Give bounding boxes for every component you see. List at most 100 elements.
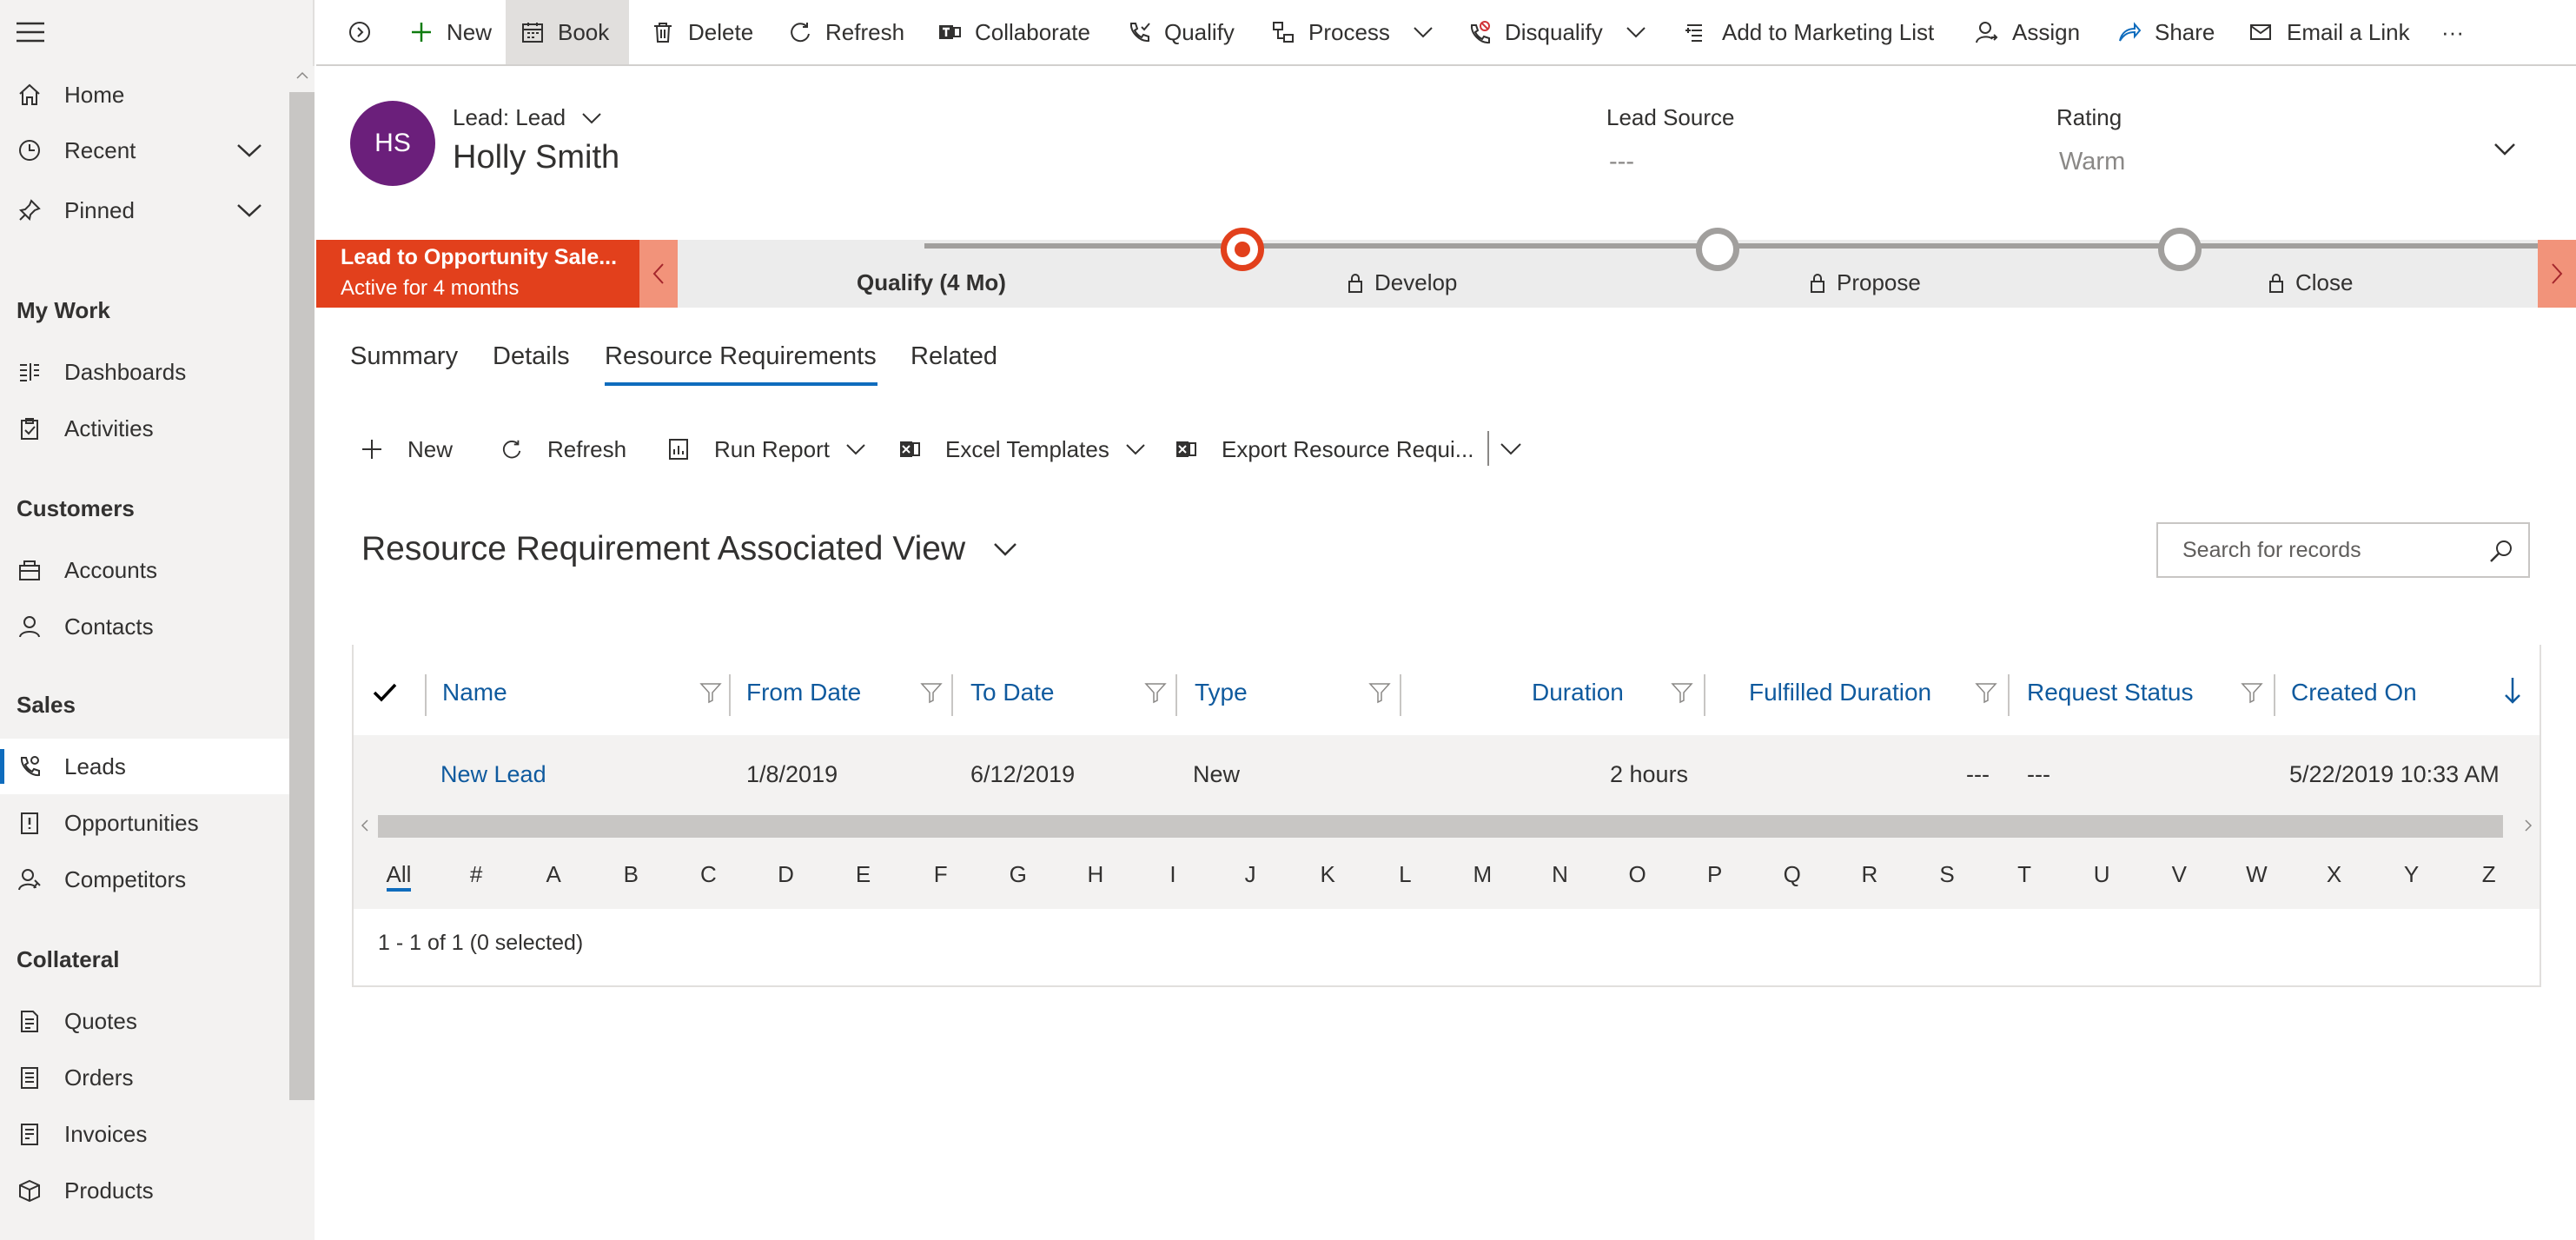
jump-q[interactable]: Q — [1775, 839, 1810, 909]
chevron-down-icon[interactable] — [236, 143, 262, 158]
filter-icon[interactable] — [699, 681, 722, 704]
scroll-thumb[interactable] — [289, 92, 315, 1100]
stage-develop-dot[interactable] — [1696, 228, 1739, 271]
filter-icon[interactable] — [1671, 681, 1693, 704]
column-separator[interactable] — [1704, 674, 1705, 716]
jump-n[interactable]: N — [1543, 839, 1578, 909]
jump-h[interactable]: H — [1078, 839, 1113, 909]
jump-d[interactable]: D — [769, 839, 804, 909]
column-separator[interactable] — [2274, 674, 2275, 716]
view-selector[interactable]: Resource Requirement Associated View — [361, 530, 1017, 568]
tab-details[interactable]: Details — [493, 342, 570, 371]
stage-propose-dot[interactable] — [2158, 228, 2202, 271]
jump-j[interactable]: J — [1233, 839, 1268, 909]
filter-icon[interactable] — [1975, 681, 1997, 704]
chevron-down-icon[interactable] — [1626, 26, 1646, 38]
jump-w[interactable]: W — [2239, 839, 2274, 909]
jump-i[interactable]: I — [1156, 839, 1190, 909]
jump-e[interactable]: E — [846, 839, 881, 909]
sidebar-item-recent[interactable]: Recent — [0, 123, 289, 178]
chevron-down-icon[interactable] — [1125, 443, 1146, 455]
book-button[interactable]: Book — [506, 0, 629, 64]
jump-b[interactable]: B — [613, 839, 648, 909]
scroll-up-icon[interactable] — [296, 71, 308, 80]
jump-all[interactable]: All — [381, 839, 416, 909]
table-row[interactable]: New Lead 1/8/2019 6/12/2019 New 2 hours … — [354, 735, 2540, 813]
column-fulfilled-duration[interactable]: Fulfilled Duration — [1749, 650, 1931, 735]
jump-g[interactable]: G — [1001, 839, 1036, 909]
jump-r[interactable]: R — [1852, 839, 1887, 909]
column-to-date[interactable]: To Date — [970, 650, 1055, 735]
cell-name[interactable]: New Lead — [440, 735, 546, 813]
jump-number[interactable]: # — [459, 839, 493, 909]
jump-c[interactable]: C — [691, 839, 725, 909]
scroll-thumb[interactable] — [378, 815, 2503, 838]
more-subgrid-commands-button[interactable] — [1500, 431, 1522, 467]
filter-icon[interactable] — [2241, 681, 2263, 704]
column-type[interactable]: Type — [1195, 650, 1248, 735]
column-separator[interactable] — [2008, 674, 2010, 716]
sidebar-item-activities[interactable]: Activities — [0, 401, 289, 456]
jump-f[interactable]: F — [924, 839, 958, 909]
subgrid-refresh-button[interactable]: Refresh — [499, 431, 626, 467]
add-to-marketing-list-button[interactable]: Add to Marketing List — [1682, 0, 1934, 64]
column-separator[interactable] — [1175, 674, 1177, 716]
stage-propose[interactable]: Propose — [1809, 269, 1921, 296]
stage-close[interactable]: Close — [2268, 269, 2353, 296]
tab-summary[interactable]: Summary — [350, 342, 458, 371]
run-report-button[interactable]: Run Report — [666, 431, 866, 467]
subgrid-new-button[interactable]: New — [359, 431, 453, 467]
process-title-panel[interactable]: Lead to Opportunity Sale... Active for 4… — [316, 240, 639, 308]
expand-nav-button[interactable] — [334, 0, 386, 64]
jump-v[interactable]: V — [2162, 839, 2196, 909]
jump-m[interactable]: M — [1465, 839, 1500, 909]
disqualify-button[interactable]: Disqualify — [1465, 0, 1646, 64]
assign-button[interactable]: Assign — [1972, 0, 2080, 64]
column-from-date[interactable]: From Date — [746, 650, 861, 735]
new-button[interactable]: New — [398, 0, 500, 64]
header-expand-chevron-icon[interactable] — [2493, 143, 2516, 156]
sidebar-item-contacts[interactable]: Contacts — [0, 599, 289, 654]
sidebar-item-pinned[interactable]: Pinned — [0, 182, 289, 238]
column-separator[interactable] — [951, 674, 953, 716]
jump-u[interactable]: U — [2084, 839, 2119, 909]
filter-icon[interactable] — [920, 681, 943, 704]
search-input[interactable] — [2158, 537, 2471, 563]
jump-t[interactable]: T — [2007, 839, 2042, 909]
column-request-status[interactable]: Request Status — [2027, 650, 2193, 735]
sidebar-item-orders[interactable]: Orders — [0, 1050, 289, 1105]
bpf-next-button[interactable] — [2538, 240, 2576, 308]
column-name[interactable]: Name — [442, 650, 507, 735]
bpf-prev-button[interactable] — [639, 240, 678, 308]
jump-y[interactable]: Y — [2394, 839, 2429, 909]
sidebar-item-accounts[interactable]: Accounts — [0, 542, 289, 598]
jump-l[interactable]: L — [1387, 839, 1422, 909]
stage-qualify[interactable]: Qualify (4 Mo) — [857, 269, 1006, 296]
jump-o[interactable]: O — [1620, 839, 1655, 909]
sidebar-item-opportunities[interactable]: Opportunities — [0, 795, 289, 851]
filter-icon[interactable] — [1144, 681, 1167, 704]
sidebar-item-invoices[interactable]: Invoices — [0, 1106, 289, 1162]
jump-z[interactable]: Z — [2472, 839, 2506, 909]
more-commands-button[interactable]: ··· — [2441, 0, 2464, 64]
jump-x[interactable]: X — [2317, 839, 2352, 909]
sort-descending-icon[interactable] — [2503, 676, 2522, 706]
scroll-right-icon[interactable] — [2524, 819, 2533, 832]
column-separator[interactable] — [425, 674, 427, 716]
hamburger-menu-icon[interactable] — [16, 19, 45, 45]
rating-value[interactable]: Warm — [2059, 148, 2125, 176]
horizontal-scrollbar[interactable] — [354, 813, 2540, 839]
share-button[interactable]: Share — [2115, 0, 2215, 64]
sidebar-item-products[interactable]: Products — [0, 1163, 289, 1218]
column-separator[interactable] — [1400, 674, 1401, 716]
refresh-button[interactable]: Refresh — [785, 0, 904, 64]
select-all-checkbox[interactable] — [373, 650, 397, 735]
sidebar-item-home[interactable]: Home — [0, 67, 289, 123]
chevron-down-icon[interactable] — [236, 202, 262, 218]
delete-button[interactable]: Delete — [648, 0, 753, 64]
scroll-left-icon[interactable] — [361, 819, 369, 832]
sidebar-scrollbar[interactable] — [289, 66, 315, 1240]
lead-source-value[interactable]: --- — [1609, 148, 1634, 176]
stage-develop[interactable]: Develop — [1347, 269, 1457, 296]
jump-k[interactable]: K — [1310, 839, 1345, 909]
